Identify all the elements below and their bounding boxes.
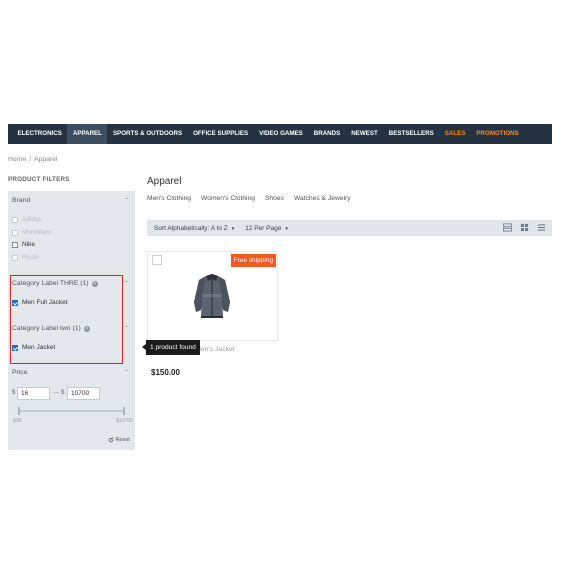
price-facet-heading[interactable]: Price bbox=[12, 369, 28, 376]
view-mode-switcher bbox=[503, 223, 546, 232]
clear-filter-icon[interactable]: × bbox=[91, 280, 98, 287]
category-one-label: Category Label THRE (1) bbox=[12, 280, 89, 287]
breadcrumb-current: Apparel bbox=[34, 156, 58, 163]
subcategory-womens-clothing[interactable]: Women's Clothing bbox=[201, 195, 255, 202]
sort-select[interactable]: Sort Alphabetically: A to Z ▼ bbox=[154, 225, 235, 232]
subcategory-mens-clothing[interactable]: Men's Clothing bbox=[147, 195, 191, 202]
brand-option-label: Montblanc bbox=[22, 229, 52, 236]
category-option-label: Men Full Jacket bbox=[22, 299, 68, 306]
price-slider-track[interactable] bbox=[18, 410, 124, 412]
price-range-min-label: $16 bbox=[13, 418, 22, 424]
free-shipping-badge: Free shipping bbox=[230, 254, 276, 267]
subcategory-watches-jewelry[interactable]: Watches & Jewelry bbox=[294, 195, 351, 202]
checkbox-checked[interactable] bbox=[12, 299, 18, 306]
filter-sidebar: Brand ⌃ Adidas Montblanc Nike Ricoh Cate… bbox=[8, 191, 135, 450]
product-count-tooltip: 1 product found bbox=[142, 340, 200, 355]
nav-item-brands[interactable]: BRANDS bbox=[308, 124, 345, 144]
category-option-men-full-jacket[interactable]: Men Full Jacket bbox=[12, 299, 68, 306]
caret-down-icon: ▼ bbox=[284, 225, 289, 231]
breadcrumb-home-link[interactable]: Home bbox=[8, 156, 26, 163]
product-image[interactable] bbox=[192, 272, 232, 322]
category-option-label: Men Jacket bbox=[22, 344, 56, 351]
product-card[interactable]: Free shipping bbox=[147, 251, 278, 341]
breadcrumb: Home / Apparel bbox=[8, 156, 57, 163]
grid-view-icon[interactable] bbox=[520, 223, 529, 232]
brand-option-label: Nike bbox=[22, 241, 36, 248]
list-view-icon[interactable] bbox=[537, 223, 546, 232]
category-one-facet-heading[interactable]: Category Label THRE (1) × bbox=[12, 280, 98, 287]
price-slider-max-handle[interactable] bbox=[123, 407, 125, 415]
category-two-label: Category Label two (1) bbox=[12, 325, 81, 332]
price-range-max-label: $10700 bbox=[116, 418, 133, 424]
checkbox bbox=[12, 216, 18, 223]
currency-symbol: $ bbox=[12, 390, 16, 396]
nav-item-newest[interactable]: NEWEST bbox=[346, 124, 383, 144]
brand-option-nike[interactable]: Nike bbox=[12, 241, 35, 248]
sort-toolbar: Sort Alphabetically: A to Z ▼ 12 Per Pag… bbox=[147, 220, 552, 236]
nav-item-video-games[interactable]: VIDEO GAMES bbox=[254, 124, 309, 144]
category-two-facet-heading[interactable]: Category Label two (1) × bbox=[12, 325, 90, 332]
product-price: $150.00 bbox=[151, 368, 180, 377]
checkbox bbox=[12, 254, 18, 261]
list-large-view-icon[interactable] bbox=[503, 223, 512, 232]
chevron-up-icon[interactable]: ⌃ bbox=[124, 280, 129, 287]
price-facet-label: Price bbox=[12, 369, 28, 376]
nav-item-sales[interactable]: SALES bbox=[439, 124, 471, 144]
checkbox[interactable] bbox=[12, 241, 18, 248]
refresh-icon bbox=[109, 437, 114, 443]
clear-filter-icon[interactable]: × bbox=[83, 325, 90, 332]
caret-down-icon: ▼ bbox=[230, 225, 236, 231]
currency-symbol: $ bbox=[61, 390, 65, 396]
nav-item-sports-outdoors[interactable]: SPORTS & OUTDOORS bbox=[107, 124, 187, 144]
sort-select-value: Sort Alphabetically: A to Z bbox=[154, 224, 228, 232]
price-max-input[interactable]: 10700 bbox=[67, 387, 100, 400]
price-separator: — bbox=[53, 390, 59, 396]
chevron-up-icon[interactable]: ⌃ bbox=[124, 369, 129, 376]
brand-option-ricoh: Ricoh bbox=[12, 254, 39, 261]
subcategory-shoes[interactable]: Shoes bbox=[265, 195, 284, 202]
main-navigation: ELECTRONICS APPAREL SPORTS & OUTDOORS OF… bbox=[8, 124, 552, 144]
category-option-men-jacket[interactable]: Men Jacket bbox=[12, 344, 55, 351]
subcategory-links: Men's Clothing Women's Clothing Shoes Wa… bbox=[147, 195, 351, 202]
brand-facet-label: Brand bbox=[12, 197, 31, 204]
brand-option-montblanc: Montblanc bbox=[12, 229, 52, 236]
price-min-input[interactable]: 16 bbox=[17, 387, 50, 400]
per-page-select-value: 12 Per Page bbox=[245, 224, 282, 232]
nav-item-bestsellers[interactable]: BESTSELLERS bbox=[383, 124, 439, 144]
per-page-select[interactable]: 12 Per Page ▼ bbox=[245, 225, 289, 232]
chevron-up-icon[interactable]: ⌃ bbox=[124, 325, 129, 332]
brand-option-label: Ricoh bbox=[22, 254, 39, 261]
reset-label: Reset bbox=[115, 437, 130, 443]
nav-item-electronics[interactable]: ELECTRONICS bbox=[12, 124, 67, 144]
compare-checkbox[interactable] bbox=[152, 255, 162, 265]
checkbox-checked[interactable] bbox=[12, 344, 18, 351]
product-filters-heading: PRODUCT FILTERS bbox=[8, 176, 70, 183]
price-slider-min-handle[interactable] bbox=[18, 407, 20, 415]
nav-item-office-supplies[interactable]: OFFICE SUPPLIES bbox=[188, 124, 254, 144]
brand-option-adidas: Adidas bbox=[12, 216, 42, 223]
brand-facet-heading[interactable]: Brand bbox=[12, 197, 30, 204]
page-title: Apparel bbox=[147, 176, 182, 187]
chevron-up-icon[interactable]: ⌃ bbox=[124, 197, 129, 204]
nav-item-promotions[interactable]: PROMOTIONS bbox=[471, 124, 524, 144]
brand-option-label: Adidas bbox=[22, 216, 42, 223]
nav-item-apparel[interactable]: APPAREL bbox=[67, 124, 108, 144]
reset-filters-button[interactable]: Reset bbox=[108, 437, 130, 443]
checkbox bbox=[12, 229, 18, 236]
breadcrumb-separator: / bbox=[29, 156, 32, 163]
